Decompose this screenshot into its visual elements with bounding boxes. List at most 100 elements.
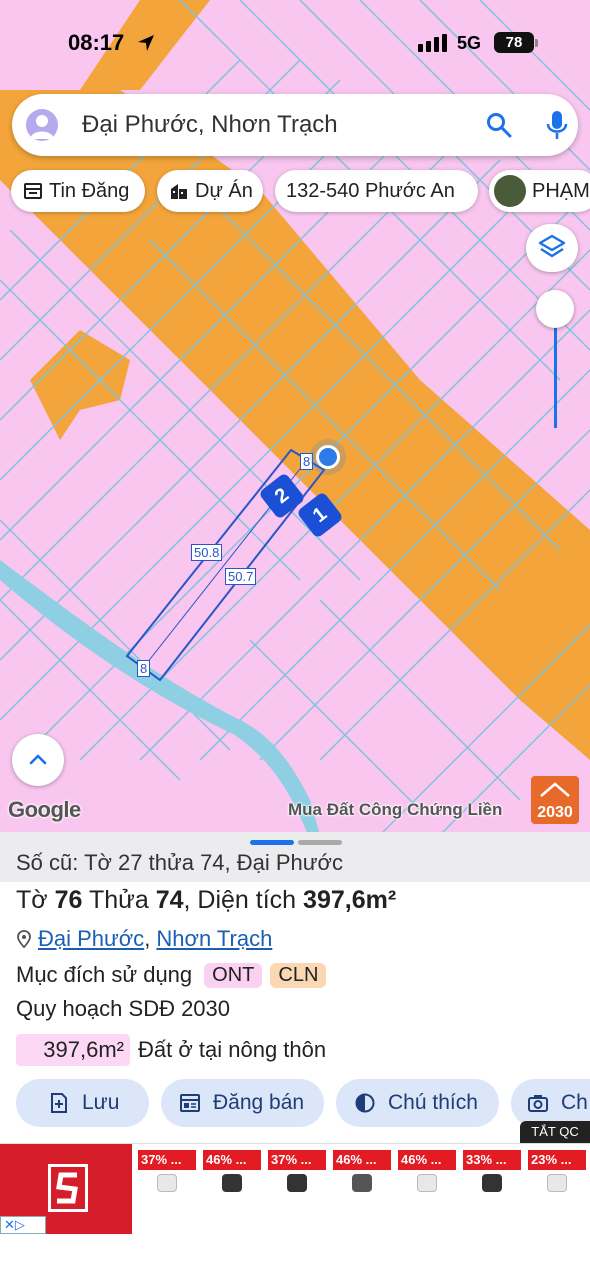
usage-label: Mục đích sử dụng xyxy=(16,962,193,987)
watermark-logo-text: 2030 xyxy=(537,804,573,821)
parcel-area: 397,6m² xyxy=(303,886,397,914)
address-separator: , xyxy=(144,926,157,951)
title-mid: Thửa xyxy=(88,886,149,914)
search-query[interactable]: Đại Phước, Nhơn Trạch xyxy=(82,111,338,139)
layers-button[interactable] xyxy=(526,224,578,272)
action-buttons: Lưu Đăng bán Chú thích Ch xyxy=(0,1079,590,1127)
capture-button[interactable]: Ch xyxy=(511,1079,590,1127)
chip-tin-dang[interactable]: Tin Đăng xyxy=(11,170,145,212)
chip-address[interactable]: 132-540 Phước An xyxy=(275,170,478,212)
expand-sheet-button[interactable] xyxy=(12,734,64,786)
planning-label: Quy hoạch SDĐ 2030 xyxy=(16,996,231,1021)
save-label: Lưu xyxy=(82,1091,120,1114)
legend-button[interactable]: Chú thích xyxy=(336,1079,499,1127)
camera-product-icon xyxy=(547,1174,567,1192)
measure-label-bottom: 8 xyxy=(137,660,151,677)
building-icon xyxy=(171,184,187,199)
discount-badge: 37% ... xyxy=(138,1150,196,1170)
discount-badge: 46% ... xyxy=(203,1150,261,1170)
ad-product[interactable]: 46% ... xyxy=(203,1150,261,1230)
camera-icon xyxy=(528,1095,548,1112)
post-sale-button[interactable]: Đăng bán xyxy=(161,1079,324,1127)
sheet-handle-active[interactable] xyxy=(250,840,294,845)
sheet-number: 76 xyxy=(54,886,83,914)
usage-tag-ont[interactable]: ONT xyxy=(204,962,263,988)
chevron-up-icon xyxy=(29,754,47,765)
location-pin-icon xyxy=(17,930,31,948)
location-arrow-icon xyxy=(138,35,154,51)
close-ads-button[interactable]: TẮT QC xyxy=(520,1121,590,1143)
ward-link[interactable]: Đại Phước xyxy=(38,926,144,951)
discount-badge: 37% ... xyxy=(268,1150,326,1170)
battery-indicator: 78 xyxy=(494,32,534,53)
measure-label-top: 8 xyxy=(300,453,314,470)
parcel-number: 74 xyxy=(155,886,184,914)
map-watermark: Mua Đất Công Chứng Liền xyxy=(288,800,503,819)
newspaper-icon xyxy=(180,1094,200,1112)
ad-product[interactable]: 46% ... xyxy=(333,1150,391,1230)
house-icon xyxy=(540,782,570,797)
status-bar: 08:17 5G 78 xyxy=(0,0,590,90)
profile-photo-icon xyxy=(494,175,526,207)
land-use-row: 397,6m² Đất ở tại nông thôn xyxy=(16,1034,326,1066)
camera-product-icon xyxy=(222,1174,242,1192)
chip-label: PHẠM xyxy=(532,179,590,202)
camera-product-icon xyxy=(287,1174,307,1192)
ad-choices-icon[interactable]: ✕▷ xyxy=(0,1216,46,1234)
land-use-type: Đất ở tại nông thôn xyxy=(138,1037,327,1062)
opacity-slider-handle[interactable] xyxy=(536,290,574,328)
post-sale-label: Đăng bán xyxy=(213,1091,305,1114)
camera-product-icon xyxy=(352,1174,372,1192)
ad-product[interactable]: 23% ... xyxy=(528,1150,586,1230)
battery-tip xyxy=(535,39,538,47)
ad-banner[interactable]: ✕▷ 37% ... 46% ... 37% ... 46% ... 46% .… xyxy=(0,1143,590,1234)
measure-label-left: 50.8 xyxy=(191,544,223,561)
ad-product[interactable]: 37% ... xyxy=(268,1150,326,1230)
chip-du-an[interactable]: Dự Án xyxy=(157,170,263,212)
save-button[interactable]: Lưu xyxy=(16,1079,149,1127)
cellular-signal-icon xyxy=(418,34,447,52)
district-link[interactable]: Nhơn Trạch xyxy=(156,926,272,951)
sheet-header[interactable]: Số cũ: Tờ 27 thửa 74, Đại Phước xyxy=(0,832,590,882)
land-use-area: 397,6m² xyxy=(16,1034,130,1066)
measure-label-right: 50.7 xyxy=(225,568,257,585)
discount-badge: 46% ... xyxy=(398,1150,456,1170)
discount-badge: 46% ... xyxy=(333,1150,391,1170)
chip-pham[interactable]: PHẠM xyxy=(489,170,590,212)
camera-product-icon xyxy=(157,1174,177,1192)
legend-label: Chú thích xyxy=(388,1091,478,1114)
brand-s-icon xyxy=(48,1164,88,1212)
listing-icon xyxy=(24,183,42,199)
title-prefix: Tờ xyxy=(16,886,48,914)
ad-product[interactable]: 33% ... xyxy=(463,1150,521,1230)
discount-badge: 23% ... xyxy=(528,1150,586,1170)
avatar[interactable] xyxy=(26,109,58,141)
watermark-logo: 2030 xyxy=(531,776,579,824)
parcel-title: Tờ 76 Thửa 74, Diện tích 397,6m² xyxy=(16,886,396,915)
microphone-icon[interactable] xyxy=(546,110,568,140)
bookmark-add-icon xyxy=(51,1093,67,1113)
camera-product-icon xyxy=(482,1174,502,1192)
chip-label: Tin Đăng xyxy=(49,179,130,202)
usage-tag-cln[interactable]: CLN xyxy=(270,962,327,988)
discount-badge: 33% ... xyxy=(463,1150,521,1170)
search-icon[interactable] xyxy=(486,112,512,138)
land-usage-row: Mục đích sử dụng ONT CLN xyxy=(16,962,327,988)
current-location-dot xyxy=(316,445,340,469)
ad-product[interactable]: 37% ... xyxy=(138,1150,196,1230)
capture-label: Ch xyxy=(561,1091,588,1114)
network-type: 5G xyxy=(457,33,482,53)
contrast-icon xyxy=(355,1093,375,1113)
title-area-label: , Diện tích xyxy=(183,886,297,914)
chip-label: Dự Án xyxy=(195,179,253,202)
filter-chips: Tin Đăng Dự Án 132-540 Phước An PHẠM xyxy=(0,170,590,212)
google-attribution: Google xyxy=(8,797,81,822)
chip-label: 132-540 Phước An xyxy=(286,179,455,202)
camera-product-icon xyxy=(417,1174,437,1192)
status-time: 08:17 xyxy=(68,30,125,55)
search-bar[interactable]: Đại Phước, Nhơn Trạch xyxy=(12,94,578,156)
old-parcel-info: Số cũ: Tờ 27 thửa 74, Đại Phước xyxy=(16,850,343,875)
sheet-handle-inactive[interactable] xyxy=(298,840,342,845)
ad-product[interactable]: 46% ... xyxy=(398,1150,456,1230)
layers-icon xyxy=(538,234,566,258)
